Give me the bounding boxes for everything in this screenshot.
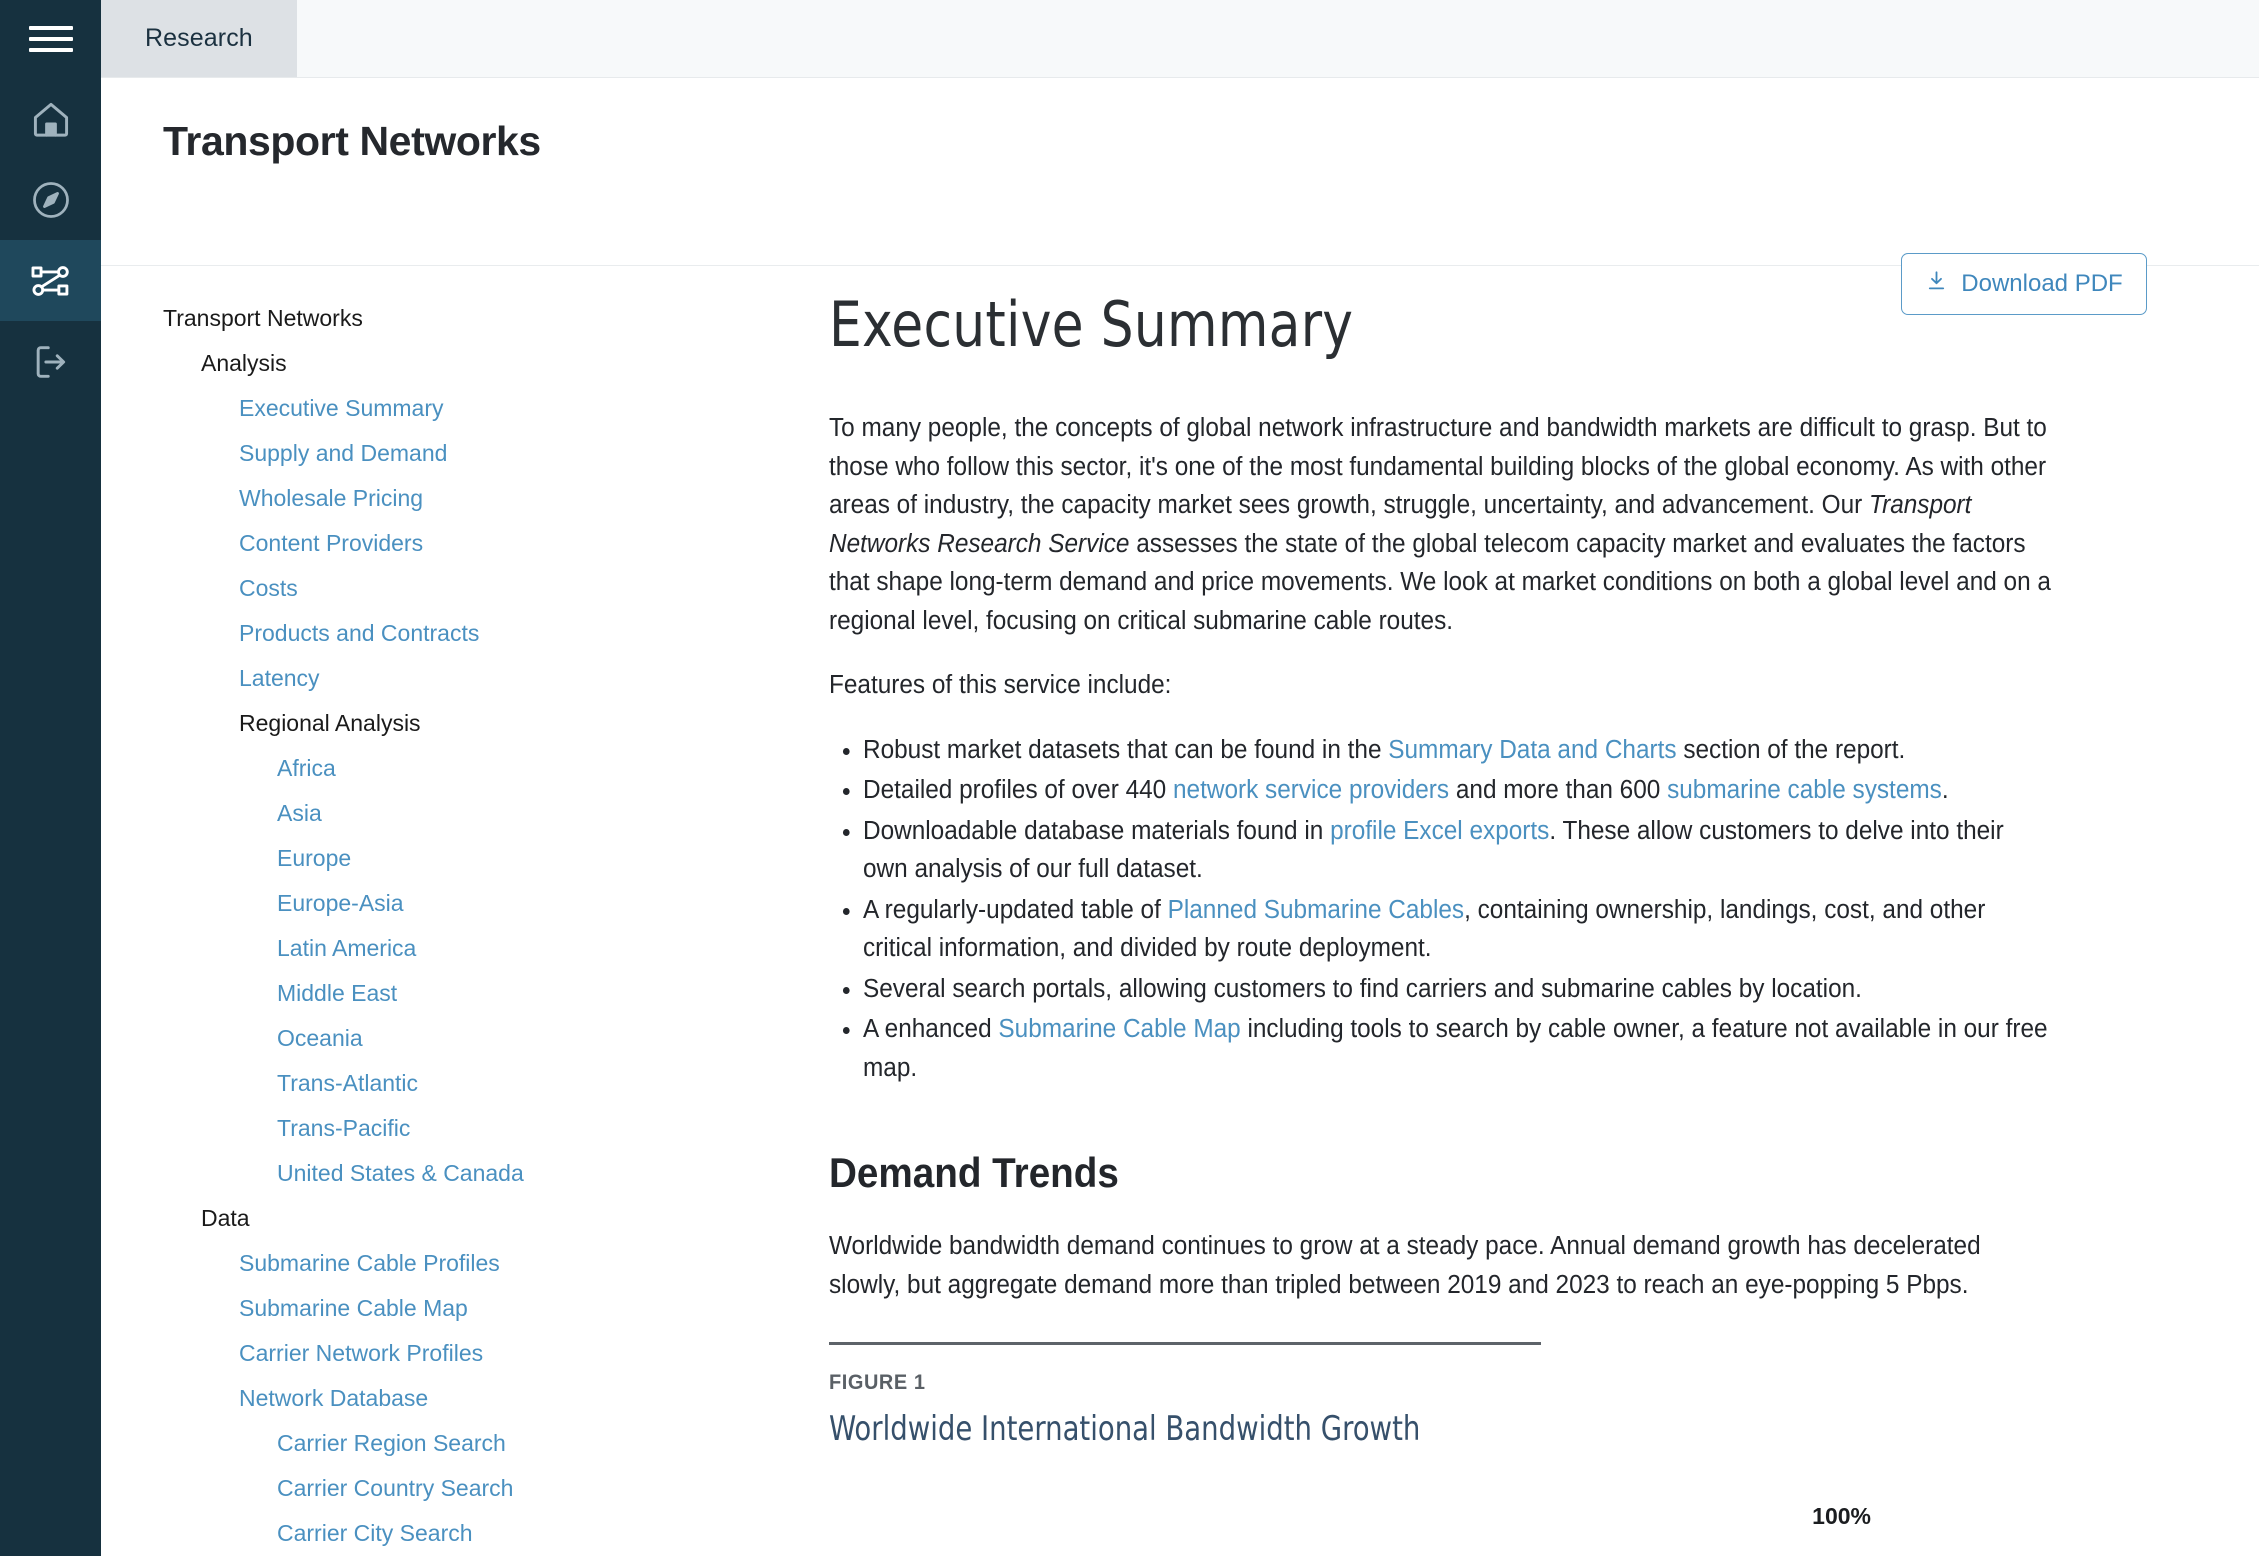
- toc-link[interactable]: Submarine Cable Map: [163, 1286, 761, 1331]
- toc-link[interactable]: Europe: [163, 836, 761, 881]
- toc-group-label: Analysis: [201, 350, 287, 376]
- inline-link[interactable]: Summary Data and Charts: [1388, 736, 1676, 764]
- demand-trends-paragraph: Worldwide bandwidth demand continues to …: [829, 1232, 1981, 1299]
- figure-title: Worldwide International Bandwidth Growth: [829, 1409, 1421, 1449]
- bullet-text: A enhanced: [863, 1015, 999, 1043]
- inline-link[interactable]: submarine cable systems: [1667, 776, 1942, 804]
- inline-link[interactable]: Planned Submarine Cables: [1168, 896, 1464, 924]
- menu-toggle[interactable]: [0, 0, 101, 78]
- toc-link[interactable]: Carrier Region Search: [163, 1421, 761, 1466]
- compass-icon: [29, 178, 73, 222]
- toc-link[interactable]: Latency: [163, 656, 761, 701]
- bullet-text: Downloadable database materials found in: [863, 816, 1331, 845]
- toc-link[interactable]: Trans-Pacific: [163, 1106, 761, 1151]
- feature-list-item: A regularly-updated table of Planned Sub…: [863, 891, 2053, 968]
- feature-list-item: A enhanced Submarine Cable Map including…: [863, 1010, 2053, 1087]
- tab-research[interactable]: Research: [101, 0, 297, 77]
- figure-chart-area: 100%: [829, 1449, 2109, 1556]
- section-heading-executive-summary: Executive Summary: [829, 288, 1354, 361]
- bullet-text: section of the report.: [1676, 735, 1906, 764]
- toc-link[interactable]: Africa: [163, 746, 761, 791]
- bullet-text: .: [1941, 776, 1949, 804]
- bullet-text: Robust market datasets that can be found…: [863, 735, 1389, 764]
- feature-list-item: Robust market datasets that can be found…: [863, 731, 2053, 770]
- toc-link[interactable]: Middle East: [163, 971, 761, 1016]
- toc-link[interactable]: Wholesale Pricing: [163, 476, 761, 521]
- tab-bar: Research: [101, 0, 2259, 78]
- feature-list-item: Downloadable database materials found in…: [863, 812, 2053, 889]
- toc-link[interactable]: Carrier Country Search: [163, 1466, 761, 1511]
- bullet-text: A regularly-updated table of: [863, 895, 1168, 924]
- toc-link[interactable]: Oceania: [163, 1016, 761, 1061]
- toc-link[interactable]: United States & Canada: [163, 1151, 761, 1196]
- toc-link[interactable]: Carrier City Search: [163, 1511, 761, 1556]
- rail-item-networks[interactable]: [0, 240, 101, 321]
- bullet-text: Several search portals, allowing custome…: [863, 974, 1862, 1003]
- intro-text-a: To many people, the concepts of global n…: [829, 414, 2047, 519]
- toc-group-label: Transport Networks: [163, 305, 363, 331]
- toc-link[interactable]: Trans-Atlantic: [163, 1061, 761, 1106]
- logout-icon: [29, 340, 73, 384]
- home-icon: [29, 97, 73, 141]
- features-list: Robust market datasets that can be found…: [829, 731, 2109, 1088]
- toc-link[interactable]: Carrier Network Profiles: [163, 1331, 761, 1376]
- toc-link[interactable]: Latin America: [163, 926, 761, 971]
- rail-item-explore[interactable]: [0, 159, 101, 240]
- toc-link[interactable]: Executive Summary: [163, 386, 761, 431]
- page-title: Transport Networks: [163, 118, 541, 164]
- chart-axis-tick-100: 100%: [1812, 1503, 1871, 1529]
- features-lead: Features of this service include:: [829, 671, 1172, 699]
- figure-label: FIGURE 1: [829, 1371, 926, 1394]
- rail-item-home[interactable]: [0, 78, 101, 159]
- intro-paragraph: To many people, the concepts of global n…: [829, 409, 2051, 640]
- inline-link[interactable]: profile Excel exports: [1330, 817, 1549, 845]
- page-header: Transport Networks Download PDF: [101, 78, 2259, 315]
- toc-link[interactable]: Submarine Cable Profiles: [163, 1241, 761, 1286]
- feature-list-item: Several search portals, allowing custome…: [863, 970, 2053, 1009]
- inline-link[interactable]: Submarine Cable Map: [998, 1015, 1240, 1043]
- article-content: Executive Summary To many people, the co…: [761, 266, 2259, 1556]
- toc-group-label: Data: [201, 1205, 250, 1231]
- toc-group-label: Regional Analysis: [239, 710, 421, 736]
- toc-link[interactable]: Supply and Demand: [163, 431, 761, 476]
- toc-link[interactable]: Costs: [163, 566, 761, 611]
- toc-link[interactable]: Europe-Asia: [163, 881, 761, 926]
- toc-link[interactable]: Content Providers: [163, 521, 761, 566]
- inline-link[interactable]: network service providers: [1173, 776, 1449, 804]
- bullet-text: and more than 600: [1449, 776, 1668, 804]
- toc-link[interactable]: Asia: [163, 791, 761, 836]
- toc-link[interactable]: Network Database: [163, 1376, 761, 1421]
- section-heading-demand-trends: Demand Trends: [829, 1149, 1119, 1196]
- toc-link[interactable]: Products and Contracts: [163, 611, 761, 656]
- feature-list-item: Detailed profiles of over 440 network se…: [863, 771, 2053, 810]
- figure-divider: [829, 1342, 1541, 1345]
- table-of-contents: Transport Networks Analysis Executive Summ…: [101, 266, 761, 1556]
- rail-item-logout[interactable]: [0, 321, 101, 402]
- hamburger-icon: [28, 19, 73, 59]
- left-rail: [0, 0, 101, 1556]
- network-share-icon: [28, 258, 74, 304]
- bullet-text: Detailed profiles of over 440: [863, 776, 1174, 804]
